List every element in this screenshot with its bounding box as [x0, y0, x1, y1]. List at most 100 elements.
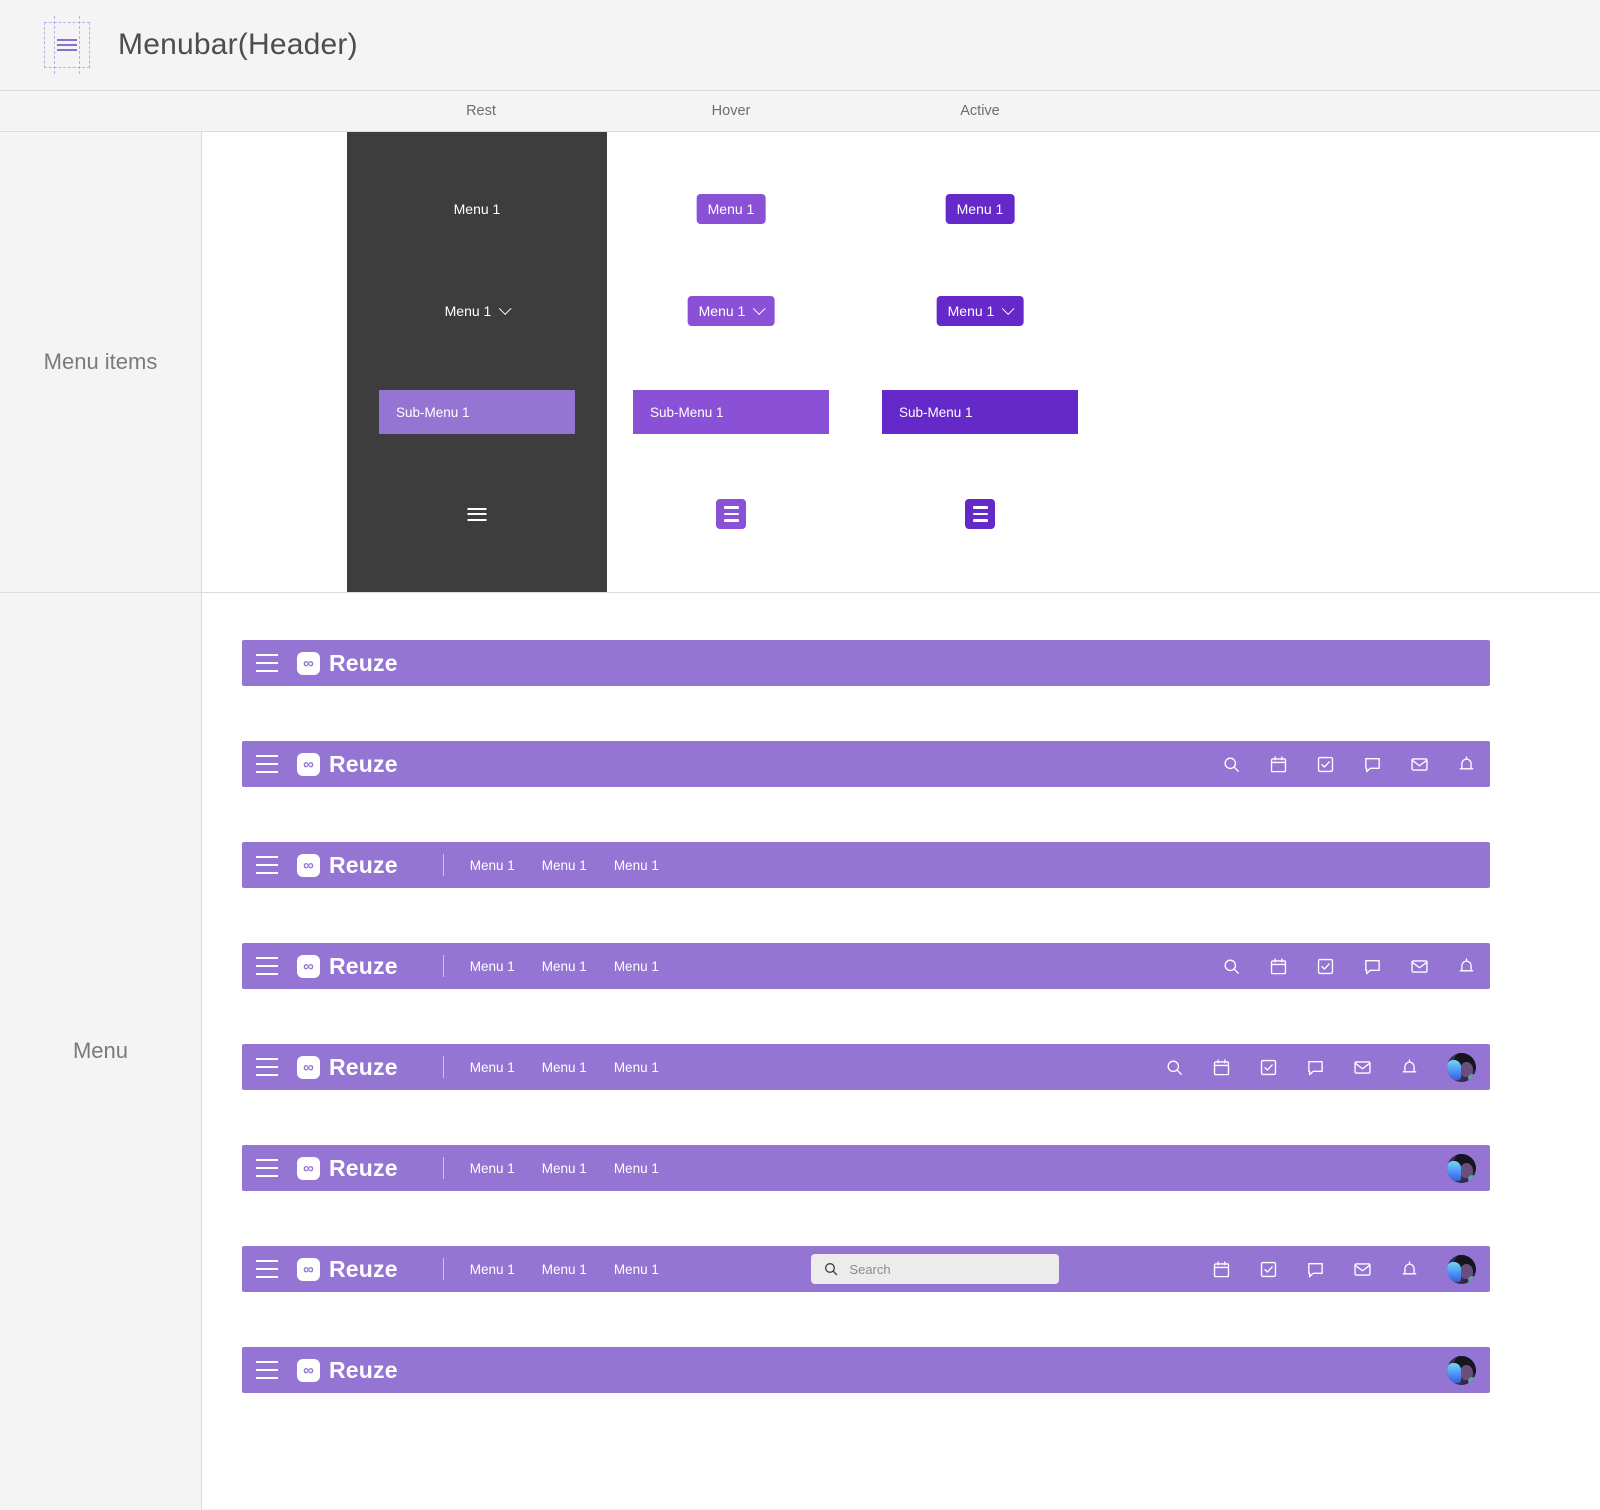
menubar-hamburger-icon[interactable]	[256, 1156, 278, 1179]
bell-icon[interactable]	[1457, 957, 1476, 976]
mail-icon[interactable]	[1353, 1058, 1372, 1077]
brand[interactable]: ∞ Reuze	[297, 953, 398, 980]
search-input[interactable]: Search	[811, 1254, 1060, 1284]
task-check-icon[interactable]	[1259, 1260, 1278, 1279]
chat-icon[interactable]	[1306, 1058, 1325, 1077]
brand[interactable]: ∞ Reuze	[297, 1357, 398, 1384]
search-icon[interactable]	[1165, 1058, 1184, 1077]
menubar-hamburger-icon[interactable]	[256, 1358, 278, 1381]
ham-menu-rest[interactable]	[467, 507, 487, 521]
calendar-icon[interactable]	[1269, 957, 1288, 976]
infinity-icon: ∞	[297, 752, 320, 776]
column-header-rest: Rest	[466, 103, 496, 119]
brand-name: Reuze	[329, 649, 398, 676]
menubar-link-2[interactable]: Menu 1	[542, 1161, 587, 1176]
child-link-hover[interactable]: Sub-Menu 1	[633, 390, 829, 434]
status-badge	[1468, 1275, 1476, 1284]
brand[interactable]: ∞ Reuze	[297, 751, 398, 778]
menubar-link-1[interactable]: Menu 1	[470, 1060, 515, 1075]
infinity-icon: ∞	[297, 1055, 320, 1079]
menubar-hamburger-icon[interactable]	[256, 853, 278, 876]
bell-icon[interactable]	[1400, 1058, 1419, 1077]
chat-icon[interactable]	[1306, 1260, 1325, 1279]
bell-icon[interactable]	[1400, 1260, 1419, 1279]
menubar-hamburger-icon[interactable]	[256, 954, 278, 977]
infinity-icon: ∞	[297, 651, 320, 675]
link-active[interactable]: Menu 1	[945, 194, 1015, 224]
chevron-down-icon	[1001, 301, 1015, 315]
menubar-icons	[1212, 1254, 1476, 1284]
parent-link-hover[interactable]: Menu 1	[687, 296, 775, 326]
status-badge	[1468, 1376, 1476, 1385]
calendar-icon[interactable]	[1212, 1260, 1231, 1279]
state-column-headers: Rest Hover Active	[0, 91, 1600, 132]
mail-icon[interactable]	[1410, 755, 1429, 774]
menubar-link-2[interactable]: Menu 1	[542, 858, 587, 873]
task-check-icon[interactable]	[1316, 957, 1335, 976]
menubar-divider	[442, 854, 444, 876]
menubar-link-3[interactable]: Menu 1	[614, 1262, 659, 1277]
ham-menu-active[interactable]	[965, 499, 995, 529]
menubar-4: ∞ Reuze Menu 1 Menu 1 Menu 1	[242, 943, 1490, 989]
menubar-hamburger-icon[interactable]	[256, 1257, 278, 1280]
menubar-link-2[interactable]: Menu 1	[542, 1060, 587, 1075]
menubar-link-2[interactable]: Menu 1	[542, 1262, 587, 1277]
hamburger-icon	[44, 16, 90, 74]
link-hover-label: Menu 1	[707, 201, 755, 217]
brand[interactable]: ∞ Reuze	[297, 1256, 398, 1283]
avatar[interactable]	[1447, 1355, 1476, 1385]
brand-name: Reuze	[329, 851, 398, 878]
menubar-links: Menu 1 Menu 1 Menu 1	[470, 858, 659, 873]
brand[interactable]: ∞ Reuze	[297, 1155, 398, 1182]
calendar-icon[interactable]	[1269, 755, 1288, 774]
menubar-links: Menu 1 Menu 1 Menu 1	[470, 959, 659, 974]
menubar-link-1[interactable]: Menu 1	[470, 858, 515, 873]
menubar-hamburger-icon[interactable]	[256, 651, 278, 674]
menubar-divider	[442, 955, 444, 977]
child-link-active-label: Sub-Menu 1	[899, 404, 973, 420]
chevron-down-icon	[752, 301, 766, 315]
brand[interactable]: ∞ Reuze	[297, 852, 398, 879]
menubar-link-1[interactable]: Menu 1	[470, 1262, 515, 1277]
menubar-link-3[interactable]: Menu 1	[614, 1161, 659, 1176]
brand[interactable]: ∞ Reuze	[297, 1054, 398, 1081]
mail-icon[interactable]	[1353, 1260, 1372, 1279]
menubar-icons	[1165, 1052, 1476, 1082]
parent-link-rest[interactable]: Menu 1	[445, 296, 512, 326]
avatar[interactable]	[1447, 1153, 1476, 1183]
brand[interactable]: ∞ Reuze	[297, 650, 398, 677]
menubar-link-3[interactable]: Menu 1	[614, 1060, 659, 1075]
chat-icon[interactable]	[1363, 755, 1382, 774]
task-check-icon[interactable]	[1316, 755, 1335, 774]
menubar-divider	[442, 1258, 444, 1280]
child-link-rest[interactable]: Sub-Menu 1	[379, 390, 575, 434]
avatar[interactable]	[1447, 1052, 1476, 1082]
menubar-links: Menu 1 Menu 1 Menu 1	[470, 1060, 659, 1075]
avatar[interactable]	[1447, 1254, 1476, 1284]
menubar-link-2[interactable]: Menu 1	[542, 959, 587, 974]
menubar-hamburger-icon[interactable]	[256, 1055, 278, 1078]
parent-link-active[interactable]: Menu 1	[936, 296, 1024, 326]
brand-name: Reuze	[329, 750, 398, 777]
child-link-active[interactable]: Sub-Menu 1	[882, 390, 1078, 434]
menubar-links: Menu 1 Menu 1 Menu 1	[470, 1161, 659, 1176]
menubar-link-1[interactable]: Menu 1	[470, 959, 515, 974]
menubar-link-3[interactable]: Menu 1	[614, 858, 659, 873]
menubar-hamburger-icon[interactable]	[256, 752, 278, 775]
link-hover[interactable]: Menu 1	[696, 194, 766, 224]
link-rest[interactable]: Menu 1	[454, 194, 501, 224]
search-icon	[823, 1261, 839, 1277]
menubar-link-3[interactable]: Menu 1	[614, 959, 659, 974]
bell-icon[interactable]	[1457, 755, 1476, 774]
search-icon[interactable]	[1222, 755, 1241, 774]
infinity-icon: ∞	[297, 954, 320, 978]
ham-menu-hover[interactable]	[716, 499, 746, 529]
mail-icon[interactable]	[1410, 957, 1429, 976]
infinity-icon: ∞	[297, 1358, 320, 1382]
task-check-icon[interactable]	[1259, 1058, 1278, 1077]
calendar-icon[interactable]	[1212, 1058, 1231, 1077]
search-icon[interactable]	[1222, 957, 1241, 976]
menubar-link-1[interactable]: Menu 1	[470, 1161, 515, 1176]
chat-icon[interactable]	[1363, 957, 1382, 976]
link-active-label: Menu 1	[956, 201, 1004, 217]
